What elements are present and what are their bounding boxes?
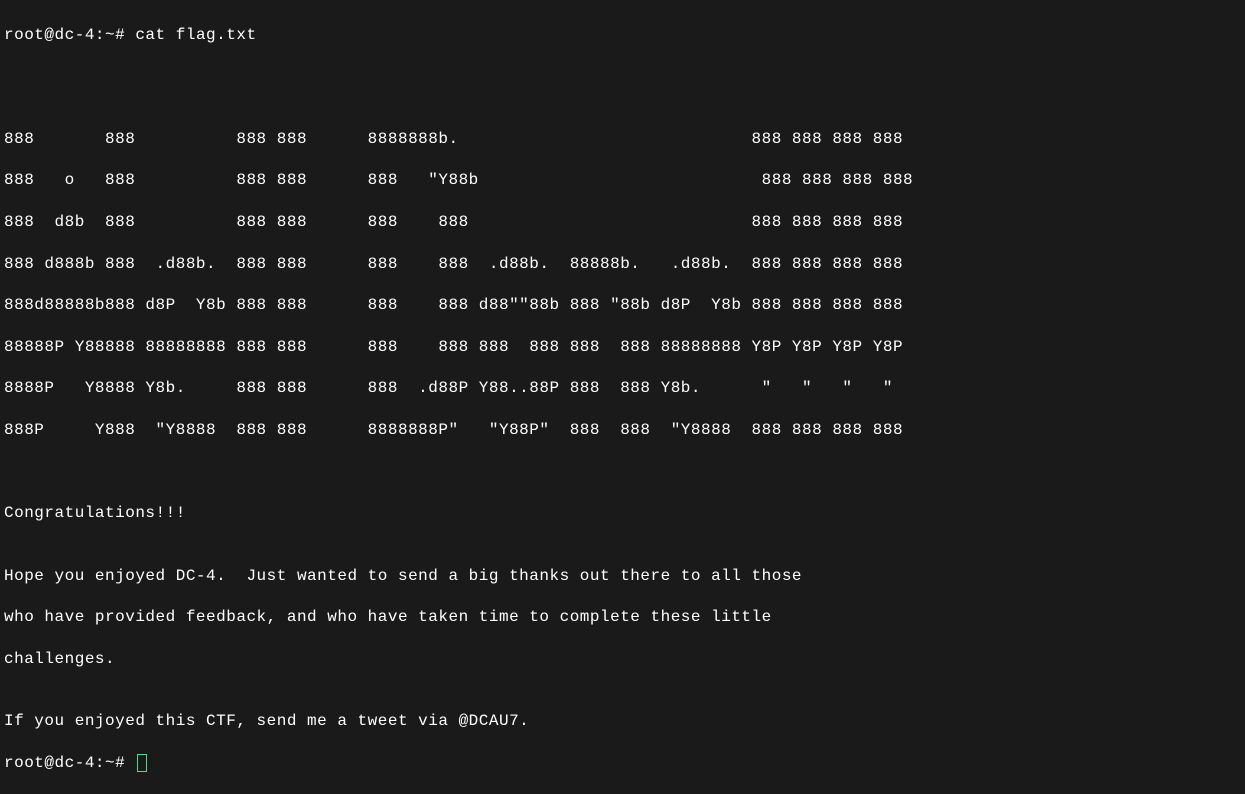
ascii-art-line2: 888 o 888 888 888 888 "Y88b 888 888 888 … [4,170,1241,191]
message-line3: challenges. [4,649,1241,670]
cursor-icon[interactable] [137,754,147,772]
command-text: cat flag.txt [135,25,256,46]
ascii-art-line1: 888 888 888 888 8888888b. 888 888 888 88… [4,129,1241,150]
message-line1: Hope you enjoyed DC-4. Just wanted to se… [4,566,1241,587]
ascii-art-line6: 88888P Y88888 88888888 888 888 888 888 8… [4,337,1241,358]
message-line2: who have provided feedback, and who have… [4,607,1241,628]
ascii-art-line4: 888 d888b 888 .d88b. 888 888 888 888 .d8… [4,254,1241,275]
shell-prompt-2: root@dc-4:~# [4,753,135,774]
message-line4: If you enjoyed this CTF, send me a tweet… [4,711,1241,732]
ascii-art-line8: 888P Y888 "Y8888 888 888 8888888P" "Y88P… [4,420,1241,441]
ascii-art-line7: 8888P Y8888 Y8b. 888 888 888 .d88P Y88..… [4,378,1241,399]
ascii-art-line5: 888d88888b888 d8P Y8b 888 888 888 888 d8… [4,295,1241,316]
ascii-art-line3: 888 d8b 888 888 888 888 888 888 888 888 … [4,212,1241,233]
congrats-text: Congratulations!!! [4,503,1241,524]
terminal-output[interactable]: root@dc-4:~# cat flag.txt 888 888 888 88… [4,4,1241,794]
shell-prompt: root@dc-4:~# [4,25,135,46]
